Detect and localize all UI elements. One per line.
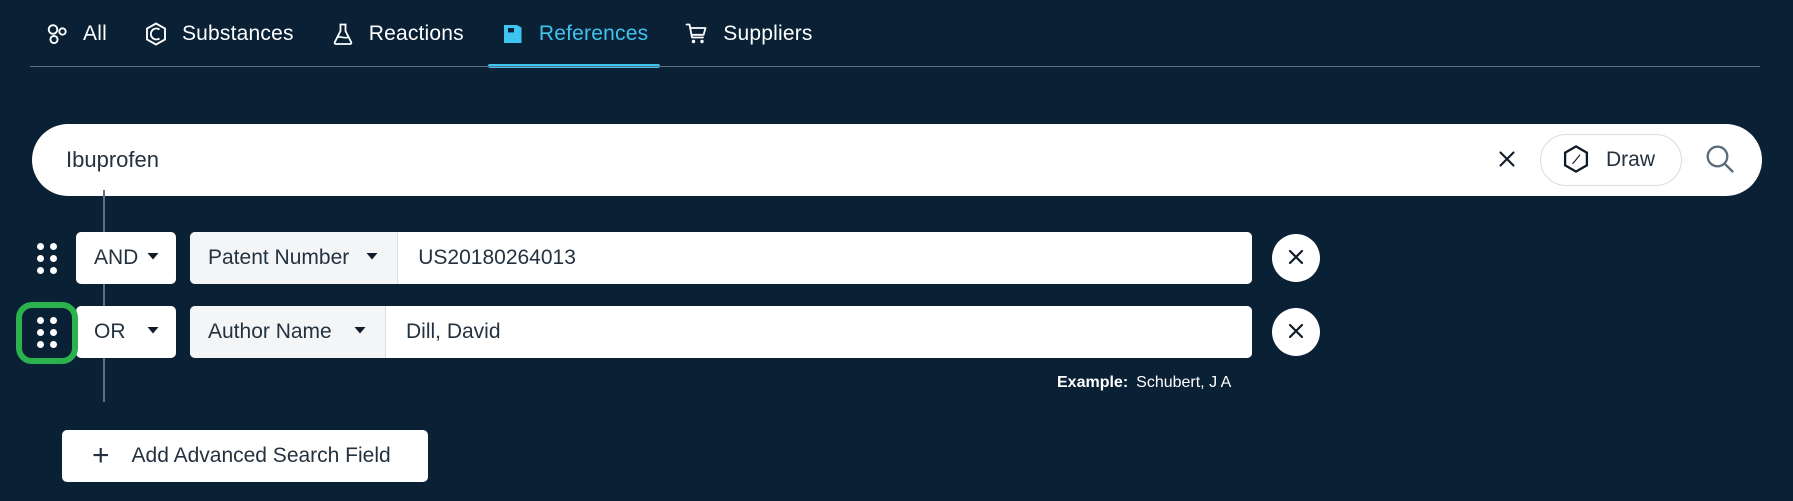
field-type-select-row-1[interactable]: Patent Number — [190, 232, 399, 284]
add-advanced-search-field-button[interactable]: + Add Advanced Search Field — [62, 430, 428, 482]
clear-search-button[interactable] — [1483, 137, 1530, 183]
advanced-search-page: All Substances Reactions References Supp… — [0, 0, 1793, 501]
flask-icon — [330, 21, 356, 47]
drag-handle-icon[interactable] — [30, 236, 64, 280]
shopping-cart-icon — [684, 21, 710, 47]
tab-reactions-label: Reactions — [368, 22, 464, 45]
main-search-bar: Draw — [32, 124, 1762, 196]
field-group-row-2: Author Name — [190, 306, 1252, 358]
chevron-down-icon — [144, 247, 162, 270]
search-submit-button[interactable] — [1692, 132, 1748, 188]
tab-substances[interactable]: Substances — [125, 0, 312, 68]
example-hint: Example: Schubert, J A — [0, 374, 1793, 392]
plus-icon: + — [92, 439, 110, 472]
drag-handle-dots — [37, 316, 57, 348]
example-hint-container: Example: Schubert, J A — [0, 374, 1793, 400]
example-hint-label: Example: — [1057, 374, 1129, 391]
remove-row-button-2[interactable] — [1272, 308, 1320, 356]
field-type-select-row-2[interactable]: Author Name — [190, 306, 386, 358]
field-tree-connector — [103, 190, 105, 402]
tab-references[interactable]: References — [482, 0, 666, 68]
drag-handle-icon[interactable] — [30, 310, 64, 354]
circles-cluster-icon — [44, 21, 70, 47]
chevron-down-icon — [351, 321, 369, 344]
tab-all[interactable]: All — [26, 0, 125, 68]
tab-reactions[interactable]: Reactions — [312, 0, 482, 68]
drag-handle-dots — [37, 242, 57, 274]
tab-substances-label: Substances — [181, 22, 294, 45]
hexagon-pencil-icon — [1561, 144, 1591, 177]
advanced-search-row: OR Author Name — [0, 300, 1793, 364]
search-input[interactable] — [66, 140, 1484, 180]
field-value-input-row-2[interactable] — [386, 306, 1252, 358]
field-type-value: Author Name — [208, 320, 332, 343]
chevron-down-icon — [144, 321, 162, 344]
operator-select-row-1[interactable]: AND — [76, 232, 176, 284]
nav-divider — [30, 66, 1760, 67]
add-advanced-search-field-label: Add Advanced Search Field — [131, 444, 391, 467]
search-icon — [1703, 142, 1737, 179]
operator-value: OR — [94, 320, 126, 343]
remove-row-button-1[interactable] — [1272, 234, 1320, 282]
main-tab-nav: All Substances Reactions References Supp… — [0, 0, 1793, 68]
close-icon — [1284, 245, 1308, 272]
tab-suppliers[interactable]: Suppliers — [666, 0, 830, 68]
draw-structure-button[interactable]: Draw — [1539, 134, 1682, 186]
operator-value: AND — [94, 246, 139, 269]
field-group-row-1: Patent Number — [190, 232, 1252, 284]
close-icon — [1284, 319, 1308, 346]
tab-suppliers-label: Suppliers — [723, 22, 813, 45]
field-value-input-row-1[interactable] — [398, 232, 1252, 284]
chevron-down-icon — [363, 247, 381, 270]
operator-select-row-2[interactable]: OR — [76, 306, 176, 358]
example-hint-value: Schubert, J A — [1136, 374, 1232, 391]
book-icon — [500, 21, 526, 47]
field-type-value: Patent Number — [208, 246, 350, 269]
advanced-search-fields: AND Patent Number US20180264013 OR Autho… — [0, 190, 1793, 482]
tab-references-label: References — [538, 22, 649, 45]
close-icon — [1495, 147, 1519, 174]
advanced-search-row: AND Patent Number — [0, 226, 1793, 290]
hexagon-molecule-icon — [143, 21, 169, 47]
draw-button-label: Draw — [1605, 148, 1655, 171]
tab-all-label: All — [83, 22, 107, 45]
